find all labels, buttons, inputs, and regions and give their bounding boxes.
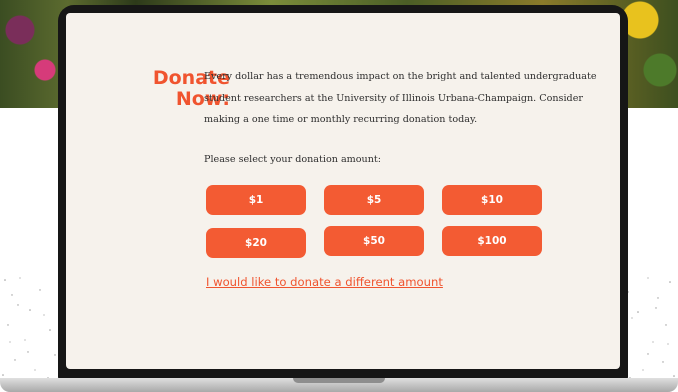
amount-button-10[interactable]: $10 <box>442 185 542 215</box>
amount-button-100[interactable]: $100 <box>442 226 542 256</box>
amount-button-50[interactable]: $50 <box>324 226 424 256</box>
amount-button-20[interactable]: $20 <box>206 228 306 258</box>
custom-amount-link[interactable]: I would like to donate a different amoun… <box>206 275 443 289</box>
laptop-notch <box>293 378 385 383</box>
intro-text: Every dollar has a tremendous impact on … <box>204 71 597 125</box>
amount-button-5[interactable]: $5 <box>324 185 424 215</box>
amount-button-1[interactable]: $1 <box>206 185 306 215</box>
amount-prompt: Please select your donation amount: <box>204 154 381 165</box>
